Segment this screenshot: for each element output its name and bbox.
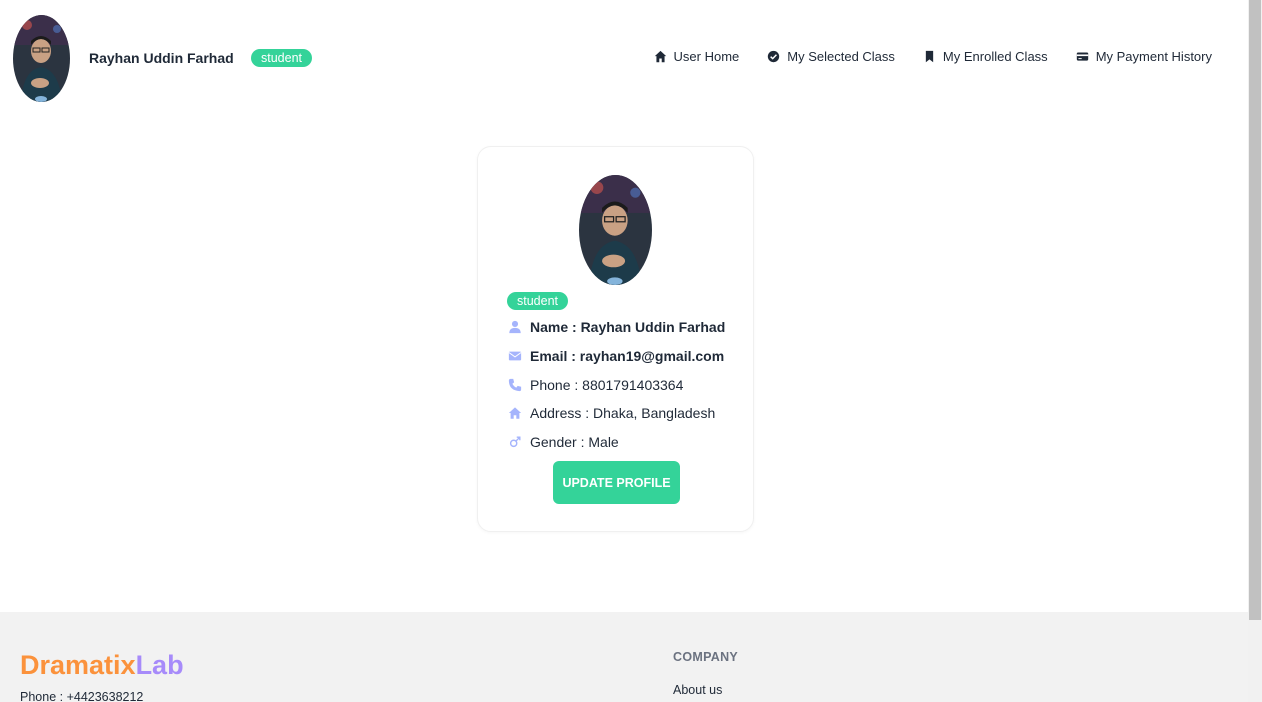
profile-name-row: Name : Rayhan Uddin Farhad xyxy=(507,319,725,335)
profile-address-row: Address : Dhaka, Bangladesh xyxy=(507,405,715,421)
phone-icon xyxy=(507,378,522,393)
profile-name: Name : Rayhan Uddin Farhad xyxy=(530,319,726,335)
bookmark-icon xyxy=(925,50,934,63)
avatar[interactable] xyxy=(13,15,70,102)
footer-phone: Phone : +4423638212 xyxy=(20,690,144,702)
check-circle-icon xyxy=(768,50,780,63)
brand-part2: Lab xyxy=(135,650,184,680)
envelope-icon xyxy=(507,349,522,364)
nav-my-enrolled-class[interactable]: My Enrolled Class xyxy=(923,49,1048,64)
nav-my-enrolled-class-label: My Enrolled Class xyxy=(942,49,1048,64)
footer-link-about-us[interactable]: About us xyxy=(673,683,722,697)
profile-address: Address : Dhaka, Bangladesh xyxy=(530,405,716,421)
profile-photo xyxy=(579,175,652,285)
user-icon xyxy=(507,320,522,335)
scrollbar[interactable] xyxy=(1248,0,1262,702)
profile-role-badge: student xyxy=(507,292,569,310)
footer-brand-logo[interactable]: DramatixLab xyxy=(20,650,184,681)
profile-gender-row: Gender : Male xyxy=(507,434,619,450)
profile-card: student Name : Rayhan Uddin Farhad Email… xyxy=(477,146,754,532)
role-badge: student xyxy=(251,49,313,67)
footer: DramatixLab Phone : +4423638212 COMPANY … xyxy=(0,612,1248,702)
profile-phone: Phone : 8801791403364 xyxy=(530,377,684,393)
nav-user-home-label: User Home xyxy=(673,49,740,64)
main-nav: User Home My Selected Class My Enrolled … xyxy=(654,49,1212,64)
nav-my-payment-history-label: My Payment History xyxy=(1095,49,1212,64)
nav-my-payment-history[interactable]: My Payment History xyxy=(1076,49,1212,64)
profile-email-row: Email : rayhan19@gmail.com xyxy=(507,348,724,364)
home-icon xyxy=(507,406,522,421)
avatar-photo xyxy=(13,15,70,102)
nav-user-home[interactable]: User Home xyxy=(654,49,740,64)
nav-my-selected-class[interactable]: My Selected Class xyxy=(767,49,895,64)
credit-card-icon xyxy=(1076,52,1088,61)
footer-company-heading: COMPANY xyxy=(673,650,739,664)
header: Rayhan Uddin Farhad student User Home My… xyxy=(0,0,1248,118)
nav-my-selected-class-label: My Selected Class xyxy=(787,49,895,64)
profile-email: Email : rayhan19@gmail.com xyxy=(530,348,725,364)
update-profile-button[interactable]: UPDATE PROFILE xyxy=(553,461,680,504)
mars-icon xyxy=(507,435,522,450)
home-icon xyxy=(654,50,666,63)
brand-part1: Dramatix xyxy=(20,650,136,680)
profile-avatar xyxy=(579,175,652,285)
profile-gender: Gender : Male xyxy=(530,434,619,450)
scrollbar-thumb[interactable] xyxy=(1249,0,1261,620)
user-name: Rayhan Uddin Farhad xyxy=(89,50,234,66)
profile-phone-row: Phone : 8801791403364 xyxy=(507,377,683,393)
